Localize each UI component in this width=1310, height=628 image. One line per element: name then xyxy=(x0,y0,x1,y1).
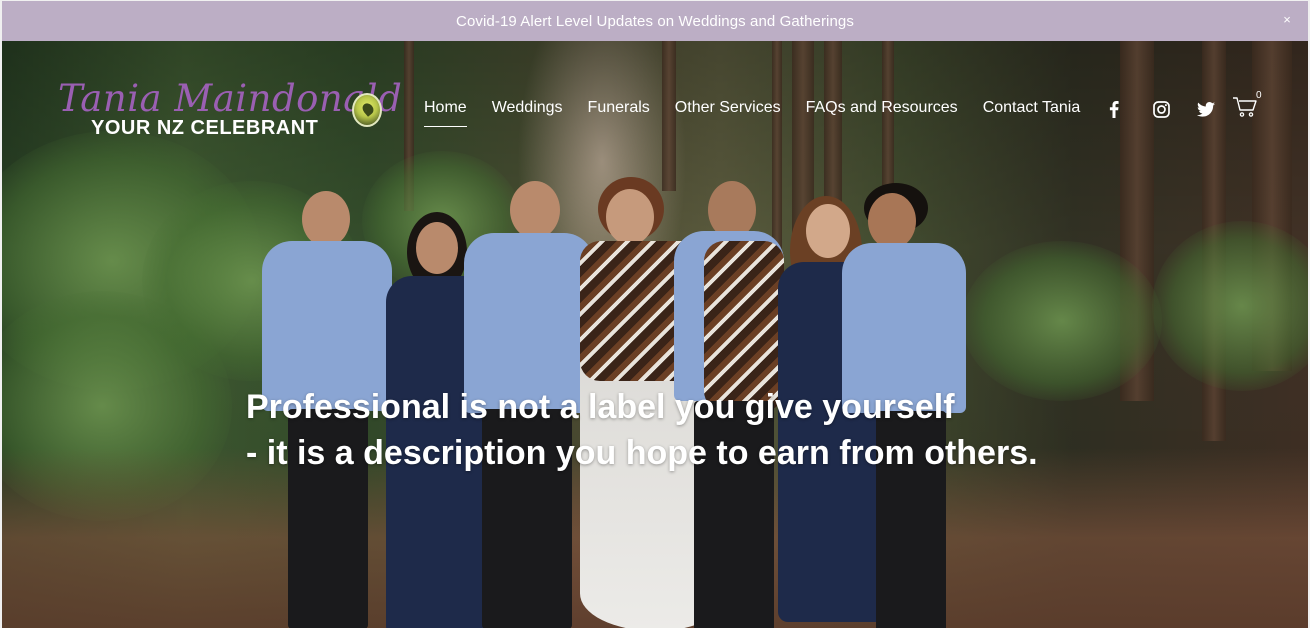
hero-quote-line-1: Professional is not a label you give you… xyxy=(246,388,955,426)
announcement-bar: Covid-19 Alert Level Updates on Weddings… xyxy=(2,1,1308,41)
facebook-icon[interactable] xyxy=(1104,99,1124,119)
fern-foliage xyxy=(1152,221,1308,391)
announcement-link[interactable]: Covid-19 Alert Level Updates on Weddings… xyxy=(456,13,854,30)
koru-emblem-icon xyxy=(352,93,382,127)
nav-weddings[interactable]: Weddings xyxy=(492,99,563,121)
nav-other-services[interactable]: Other Services xyxy=(675,99,781,121)
cart-count-badge: 0 xyxy=(1256,90,1262,101)
logo-script-text: Tania Maindonald xyxy=(58,77,403,120)
nav-funerals[interactable]: Funerals xyxy=(588,99,650,121)
close-icon[interactable]: × xyxy=(1280,12,1294,28)
nav-faqs-resources[interactable]: FAQs and Resources xyxy=(806,99,958,121)
hero-quote: Professional is not a label you give you… xyxy=(246,384,1038,476)
nav-home[interactable]: Home xyxy=(424,99,467,127)
site-logo[interactable]: Tania Maindonald YOUR NZ CELEBRANT xyxy=(56,77,402,141)
main-nav: Home Weddings Funerals Other Services FA… xyxy=(424,99,1105,127)
hero-quote-line-2: - it is a description you hope to earn f… xyxy=(246,434,1038,472)
twitter-icon[interactable] xyxy=(1196,99,1216,119)
instagram-icon[interactable] xyxy=(1151,99,1171,119)
nav-contact[interactable]: Contact Tania xyxy=(983,99,1081,121)
fern-foliage xyxy=(962,241,1162,401)
logo-subtitle: YOUR NZ CELEBRANT xyxy=(91,117,319,139)
cart-icon[interactable] xyxy=(1232,96,1258,118)
